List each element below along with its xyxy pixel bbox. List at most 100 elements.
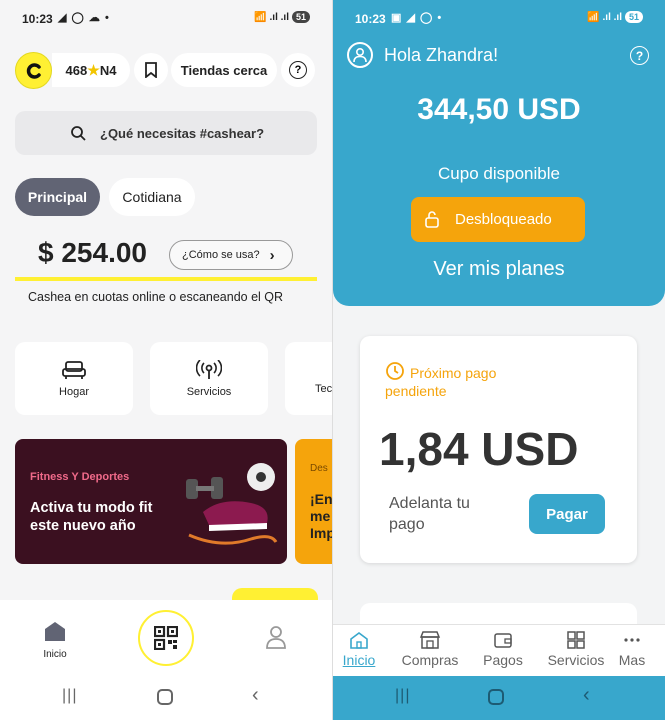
status-icons: ▣ ◢ ◯ •: [391, 12, 443, 24]
promo-tag: Fitness Y Deportes: [30, 471, 130, 483]
promo-second-line3: Imp: [310, 525, 332, 541]
category-servicios[interactable]: Servicios: [150, 342, 268, 415]
credit-amount: 344,50 USD: [417, 93, 581, 126]
profile-button[interactable]: [347, 42, 373, 68]
balance-underline: [15, 277, 317, 281]
home-icon: [45, 622, 65, 641]
view-plans-link[interactable]: Ver mis planes: [333, 258, 665, 281]
search-icon: [71, 126, 86, 141]
recents-icon[interactable]: |||: [395, 687, 410, 705]
nav-mas[interactable]: Mas: [605, 631, 659, 668]
nav-home-label: Inicio: [43, 649, 67, 660]
payment-amount: 1,84 USD: [379, 423, 579, 475]
advance-line2: pago: [389, 516, 425, 533]
user-avatar-icon: [353, 47, 367, 63]
qr-scan-button[interactable]: [138, 610, 194, 666]
promo-title: Activa tu modo fit este nuevo año: [30, 499, 152, 535]
person-icon: [266, 626, 286, 649]
promo-card-fitness[interactable]: Fitness Y Deportes Activa tu modo fit es…: [15, 439, 287, 564]
greeting: Hola Zhandra!: [384, 45, 499, 65]
advance-line1: Adelanta tu: [389, 495, 470, 512]
advance-payment-text: Adelanta tu pago: [389, 493, 470, 535]
tab-cotidiana[interactable]: Cotidiana: [109, 178, 195, 216]
nav-pagos[interactable]: Pagos: [468, 631, 538, 668]
promo-second-title: ¡En me Imp: [310, 491, 332, 542]
category-hogar[interactable]: Hogar: [15, 342, 133, 415]
category-hogar-label: Hogar: [59, 386, 89, 398]
search-placeholder: ¿Qué necesitas #cashear?: [100, 125, 265, 141]
android-nav-bar: ||| ‹: [333, 676, 665, 720]
qr-code-icon: [154, 626, 178, 650]
signal-icons: 📶 .ıl .ıl: [254, 12, 289, 23]
more-dots-icon: [624, 638, 640, 642]
help-button[interactable]: ?: [630, 46, 649, 65]
unlock-icon: [425, 211, 439, 228]
category-tec[interactable]: Tec: [285, 342, 332, 415]
battery-icon: 51: [291, 11, 310, 23]
broadcast-icon: [196, 360, 222, 379]
nav-mas-label: Mas: [618, 652, 646, 668]
store-icon: [419, 631, 441, 649]
nav-pagos-label: Pagos: [483, 652, 523, 668]
promo-second-line2: me: [310, 508, 331, 524]
wallet-icon: [494, 633, 512, 648]
bookmark-icon: [145, 62, 157, 78]
next-payment-label-line2: pendiente: [385, 383, 447, 399]
nav-home[interactable]: Inicio: [35, 620, 75, 660]
next-payment-label-line1: Próximo pago: [410, 365, 497, 381]
profile-nav-button[interactable]: [265, 625, 287, 654]
nav-inicio[interactable]: Inicio: [333, 631, 394, 668]
tab-principal[interactable]: Principal: [15, 178, 100, 216]
cashea-logo-icon[interactable]: [15, 52, 52, 89]
credit-label: Cupo disponible: [438, 164, 560, 183]
pay-button[interactable]: Pagar: [529, 494, 605, 534]
help-icon: ?: [289, 61, 307, 79]
promo-second-tag: Des: [310, 463, 328, 474]
nav-compras-label: Compras: [401, 652, 459, 668]
status-bar: 10:23 ▣ ◢ ◯ • 📶 .ıl .ıl 51: [333, 0, 665, 34]
grid-icon: [567, 631, 585, 649]
search-bar[interactable]: ¿Qué necesitas #cashear?: [15, 111, 317, 155]
status-signal: 📶 .ıl .ıl 51: [587, 11, 643, 23]
tab-principal-label: Principal: [27, 189, 88, 205]
status-time: 10:23: [22, 12, 53, 26]
next-payment-card: Próximo pago pendiente 1,84 USD Adelanta…: [360, 336, 637, 563]
promo-title-line2: este nuevo año: [30, 518, 136, 534]
help-button[interactable]: ?: [281, 53, 315, 87]
home-circle-icon[interactable]: [157, 689, 173, 705]
back-icon[interactable]: ‹: [252, 684, 259, 707]
chevron-right-icon: ›: [269, 246, 275, 264]
home-circle-icon[interactable]: [488, 689, 504, 705]
stores-nearby-label: Tiendas cerca: [180, 62, 268, 78]
balance-amount: $ 254.00: [38, 237, 147, 268]
nav-compras[interactable]: Compras: [395, 631, 465, 668]
promo-second-line1: ¡En: [310, 491, 332, 507]
tab-cotidiana-label: Cotidiana: [122, 189, 182, 205]
bookmark-button[interactable]: [134, 53, 168, 87]
nav-inicio-label: Inicio: [342, 652, 376, 668]
status-signal: 📶 .ıl .ıl 51: [254, 11, 310, 23]
recents-icon[interactable]: |||: [62, 687, 77, 705]
how-to-use-label: ¿Cómo se usa?: [182, 249, 260, 261]
home-icon: [350, 632, 368, 649]
how-to-use-button[interactable]: ¿Cómo se usa? ›: [169, 240, 293, 270]
nav-servicios-label: Servicios: [547, 652, 605, 668]
stores-nearby-button[interactable]: Tiendas cerca: [171, 53, 277, 87]
credit-screen: 10:23 ▣ ◢ ◯ • 📶 .ıl .ıl 51 Hola Zhandra! …: [333, 0, 665, 720]
points-value: 468: [65, 62, 88, 78]
star-icon: ★: [87, 61, 100, 78]
promo-card-second[interactable]: Des ¡En me Imp: [295, 439, 332, 564]
points-badge[interactable]: 468 ★ N4: [52, 53, 130, 87]
nav-servicios[interactable]: Servicios: [541, 631, 611, 668]
back-icon[interactable]: ‹: [583, 684, 590, 707]
cashea-home-screen: 10:23 ◢ ◯ ☁ • 📶 .ıl .ıl 51 468 ★ N4 Tiend…: [0, 0, 332, 720]
category-tec-label: Tec: [315, 383, 332, 395]
unlocked-status-label: Desbloqueado: [455, 211, 552, 228]
category-servicios-label: Servicios: [186, 386, 232, 398]
fitness-illustration: [186, 463, 278, 545]
next-payment-label: Próximo pago pendiente: [385, 364, 496, 400]
sofa-icon: [62, 361, 86, 379]
unlocked-status-button[interactable]: Desbloqueado: [411, 197, 585, 242]
status-icons: ◢ ◯ ☁ •: [58, 12, 110, 24]
signal-icons: 📶 .ıl .ıl: [587, 12, 622, 23]
